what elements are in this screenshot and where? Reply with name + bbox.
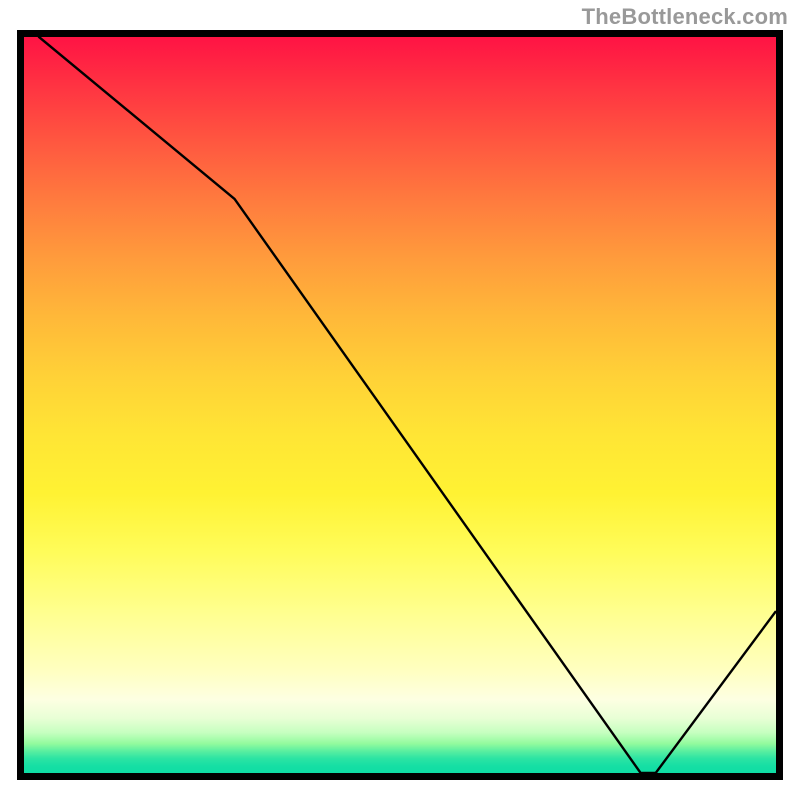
chart-stage: TheBottleneck.com [0, 0, 800, 800]
data-line [24, 37, 776, 773]
plot-frame [17, 30, 783, 780]
watermark-text: TheBottleneck.com [582, 4, 788, 30]
plot-inner [24, 37, 776, 773]
data-line-svg [24, 37, 776, 773]
